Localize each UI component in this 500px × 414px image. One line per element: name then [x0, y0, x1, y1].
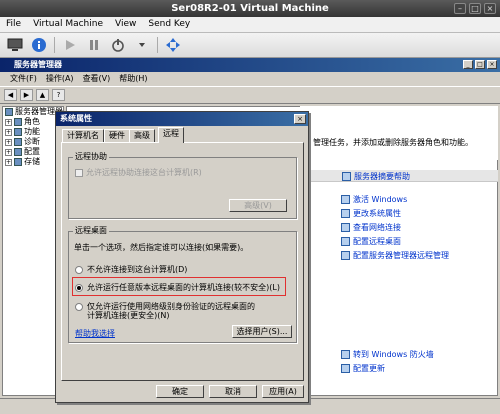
allow-remote-assistance-label: 允许远程协助连接这台计算机(R): [86, 168, 202, 177]
menu-file[interactable]: 文件(F): [10, 72, 37, 86]
back-icon[interactable]: ◀: [4, 89, 17, 101]
tree-item-configuration[interactable]: + 配置: [3, 147, 63, 157]
tab-hardware[interactable]: 硬件: [104, 129, 130, 142]
highlight-box: [72, 277, 286, 296]
remote-assistance-label: 远程协助: [73, 151, 109, 162]
menu-view[interactable]: 查看(V): [83, 72, 111, 86]
firewall-icon: [341, 350, 350, 359]
power-icon[interactable]: [109, 36, 127, 54]
help-me-choose-link[interactable]: 帮助我选择: [75, 328, 115, 339]
maximize-icon[interactable]: □: [475, 60, 485, 69]
tab-advanced[interactable]: 高级: [129, 129, 155, 142]
window-controls: – □ ×: [454, 3, 496, 14]
close-icon[interactable]: ×: [487, 60, 497, 69]
roles-icon: [14, 118, 22, 126]
configuration-icon: [14, 148, 22, 156]
remote-assistance-option: 允许远程协助连接这台计算机(R): [75, 167, 202, 178]
expand-icon[interactable]: +: [5, 148, 12, 156]
activate-windows-link[interactable]: 激活 Windows: [341, 194, 449, 205]
server-manager-window-controls: _ □ ×: [463, 60, 497, 69]
help-icon: [342, 172, 351, 181]
view-network-connections-link[interactable]: 查看网络连接: [341, 222, 449, 233]
server-icon: [5, 108, 13, 116]
toolbar-divider: [54, 37, 55, 53]
summary-banner: [300, 106, 498, 160]
features-icon: [14, 128, 22, 136]
tree-item-diagnostics[interactable]: + 诊断: [3, 137, 63, 147]
system-properties-dialog: 系统属性 × 计算机名 硬件 高级 远程 远程协助 允许远程协助连接这台计算机(…: [55, 111, 309, 403]
banner-text: 管理任务，并添加或删除服务器角色和功能。: [313, 138, 473, 147]
play-icon[interactable]: [61, 36, 79, 54]
configure-remote-management-link[interactable]: 配置服务器管理器远程管理: [341, 250, 449, 261]
tree-item-roles[interactable]: + 角色: [3, 117, 63, 127]
tree-item-features[interactable]: + 功能: [3, 127, 63, 137]
menu-view[interactable]: View: [115, 17, 136, 32]
security-links: 转到 Windows 防火墙 配置更新: [341, 349, 434, 374]
system-icon: [341, 209, 350, 218]
configure-remote-desktop-link[interactable]: 配置远程桌面: [341, 236, 449, 247]
menu-help[interactable]: 帮助(H): [119, 72, 147, 86]
expand-icon[interactable]: +: [5, 158, 12, 166]
management-icon: [341, 251, 350, 260]
diagnostics-icon: [14, 138, 22, 146]
toolbar-divider: [157, 37, 158, 53]
maximize-icon[interactable]: □: [469, 3, 481, 14]
expand-icon[interactable]: +: [5, 128, 12, 136]
forward-icon[interactable]: ▶: [20, 89, 33, 101]
dropdown-icon[interactable]: [133, 36, 151, 54]
server-manager-toolbar: ◀ ▶ ▲ ?: [0, 86, 500, 104]
dialog-title: 系统属性: [60, 114, 92, 123]
rd-option-nla-radio[interactable]: [75, 303, 83, 311]
expand-icon[interactable]: +: [5, 138, 12, 146]
select-users-button[interactable]: 选择用户(S)...: [232, 325, 292, 338]
close-icon[interactable]: ×: [484, 3, 496, 14]
vm-menu-bar: File Virtual Machine View Send Key: [0, 17, 500, 33]
rd-option-deny-radio[interactable]: [75, 265, 83, 274]
pause-icon[interactable]: [85, 36, 103, 54]
windows-firewall-link[interactable]: 转到 Windows 防火墙: [341, 349, 434, 360]
minimize-icon[interactable]: –: [454, 3, 466, 14]
tree-item-storage[interactable]: + 存储: [3, 157, 63, 167]
update-icon: [341, 364, 350, 373]
apply-button[interactable]: 应用(A): [262, 385, 304, 398]
configure-updates-link[interactable]: 配置更新: [341, 363, 434, 374]
task-links: 激活 Windows 更改系统属性 查看网络连接 配置远程桌面 配置服务器管理器…: [341, 194, 449, 261]
close-icon[interactable]: ×: [294, 114, 306, 124]
remote-desktop-label: 远程桌面: [73, 225, 109, 236]
vm-title: Ser08R2-01 Virtual Machine: [171, 3, 329, 14]
menu-virtual-machine[interactable]: Virtual Machine: [33, 17, 103, 32]
move-icon[interactable]: [164, 36, 182, 54]
advanced-button[interactable]: 高级(V): [229, 199, 287, 212]
up-icon[interactable]: ▲: [36, 89, 49, 101]
minimize-icon[interactable]: _: [463, 60, 473, 69]
server-summary-help-link[interactable]: 服务器摘要帮助: [342, 171, 410, 182]
tab-computer-name[interactable]: 计算机名: [62, 129, 104, 142]
server-manager-title-bar: 服务器管理器: [0, 58, 500, 72]
remote-desktop-instruction: 单击一个选项，然后指定谁可以连接(如果需要)。: [74, 243, 249, 252]
server-manager-menu: 文件(F) 操作(A) 查看(V) 帮助(H): [0, 72, 500, 86]
server-manager-title: 服务器管理器: [14, 60, 62, 69]
expand-icon[interactable]: +: [5, 118, 12, 126]
tree-item-server-manager[interactable]: 服务器管理器: [3, 107, 63, 117]
help-icon[interactable]: ?: [52, 89, 65, 101]
vm-title-bar: Ser08R2-01 Virtual Machine: [0, 0, 500, 17]
change-system-properties-link[interactable]: 更改系统属性: [341, 208, 449, 219]
rd-option-nla[interactable]: 仅允许运行使用网络级别身份验证的远程桌面的计算机连接(更安全)(N): [75, 302, 257, 320]
allow-remote-assistance-checkbox[interactable]: [75, 168, 83, 177]
menu-file[interactable]: File: [6, 17, 21, 32]
cancel-button[interactable]: 取消: [209, 385, 257, 398]
key-icon: [341, 195, 350, 204]
ok-button[interactable]: 确定: [156, 385, 204, 398]
console-icon[interactable]: [6, 36, 24, 54]
info-icon[interactable]: [30, 36, 48, 54]
vm-toolbar: [0, 33, 500, 58]
menu-send-key[interactable]: Send Key: [148, 17, 190, 32]
remote-desktop-icon: [341, 237, 350, 246]
dialog-title-bar: 系统属性: [56, 112, 308, 126]
menu-action[interactable]: 操作(A): [46, 72, 74, 86]
tab-remote[interactable]: 远程: [158, 127, 184, 143]
network-icon: [341, 223, 350, 232]
storage-icon: [14, 158, 22, 166]
rd-option-deny[interactable]: 不允许连接到这台计算机(D): [75, 264, 187, 275]
